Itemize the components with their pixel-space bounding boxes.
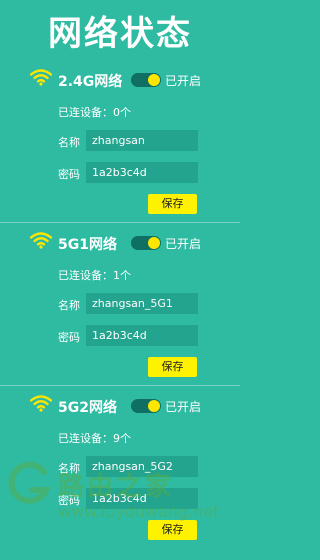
save-button[interactable]: 保存 [148,357,197,377]
password-field[interactable]: 1a2b3c4d [86,325,198,346]
wifi-icon [30,395,52,412]
wifi-icon [30,69,52,86]
name-label: 名称 [58,136,80,149]
password-label: 密码 [58,331,80,344]
network-toggle[interactable] [131,236,161,250]
toggle-knob [148,400,160,412]
network-header: 5G1网络 已开启 [30,231,230,259]
toggle-status-label: 已开启 [165,400,202,414]
password-label: 密码 [58,168,80,181]
network-header: 2.4G网络 已开启 [30,68,230,96]
network-name: 5G2网络 [58,400,117,416]
ssid-field[interactable]: zhangsan [86,130,198,151]
network-header: 5G2网络 已开启 [30,394,230,422]
password-label: 密码 [58,494,80,507]
password-field[interactable]: 1a2b3c4d [86,162,198,183]
page-title: 网络状态 [48,14,192,54]
connected-devices: 已连设备：1个 [58,269,131,282]
name-label: 名称 [58,462,80,475]
network-section-5g1: 5G1网络 已开启 已连设备：1个 名称 zhangsan_5G1 密码 1a2… [0,222,240,385]
wifi-icon [30,232,52,249]
save-button[interactable]: 保存 [148,194,197,214]
save-button[interactable]: 保存 [148,520,197,540]
connected-devices: 已连设备：9个 [58,432,131,445]
network-name: 2.4G网络 [58,74,123,90]
connected-devices: 已连设备：0个 [58,106,131,119]
toggle-knob [148,237,160,249]
password-field[interactable]: 1a2b3c4d [86,488,198,509]
network-toggle[interactable] [131,399,161,413]
toggle-status-label: 已开启 [165,237,202,251]
name-label: 名称 [58,299,80,312]
network-section-2g: 2.4G网络 已开启 已连设备：0个 名称 zhangsan 密码 1a2b3c… [0,60,240,222]
network-name: 5G1网络 [58,237,117,253]
ssid-field[interactable]: zhangsan_5G1 [86,293,198,314]
toggle-knob [148,74,160,86]
network-toggle[interactable] [131,73,161,87]
toggle-status-label: 已开启 [165,74,202,88]
network-section-5g2: 5G2网络 已开启 已连设备：9个 名称 zhangsan_5G2 密码 1a2… [0,385,240,548]
ssid-field[interactable]: zhangsan_5G2 [86,456,198,477]
